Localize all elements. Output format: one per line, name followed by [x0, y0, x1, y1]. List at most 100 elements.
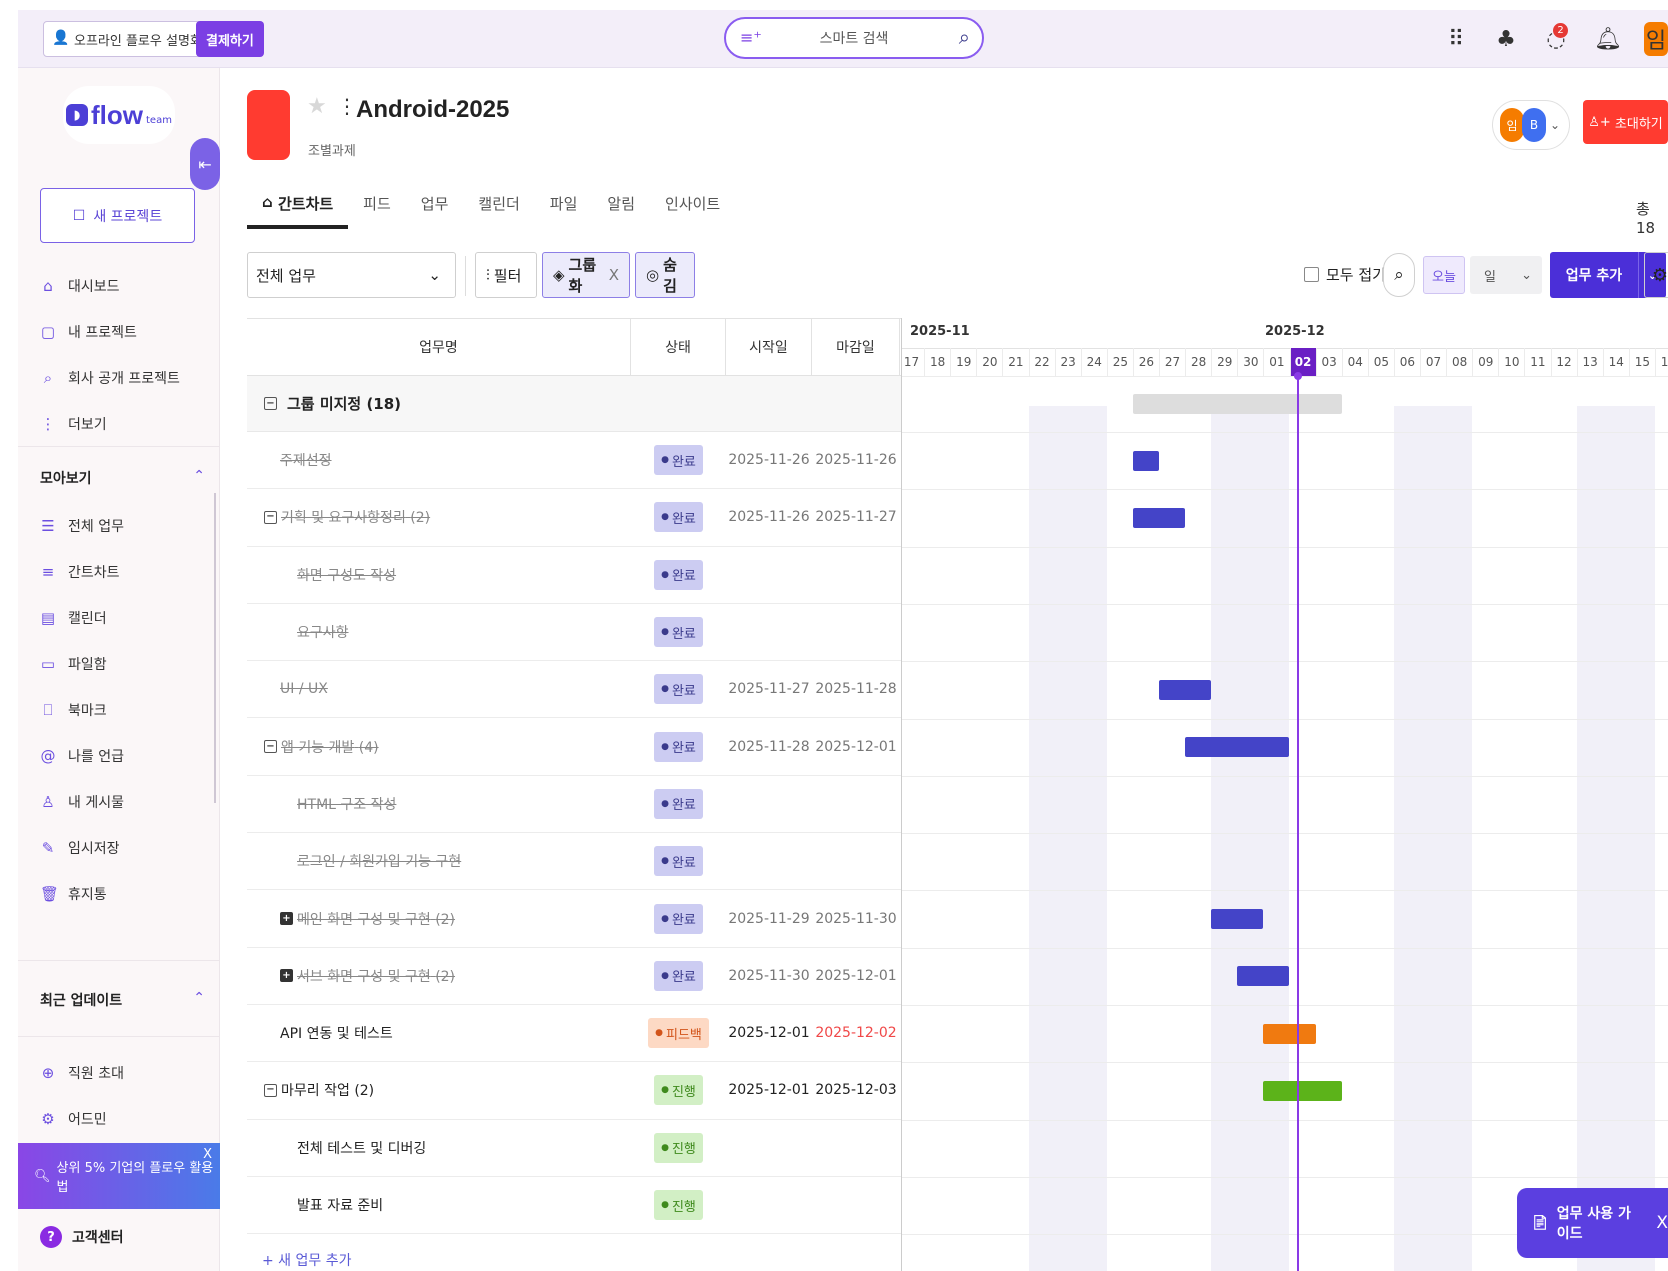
table-row[interactable]: 로그인 / 회원가입 기능 구현 ● 완료	[247, 833, 901, 891]
tab-insight[interactable]: 인사이트	[650, 185, 735, 229]
status-badge[interactable]: ● 완료	[654, 559, 703, 590]
new-task-link[interactable]: + 새 업무 추가	[262, 1250, 351, 1270]
table-row[interactable]: 화면 구성도 작성 ● 완료	[247, 547, 901, 604]
nav-dashboard[interactable]: ⌂ 대시보드	[40, 263, 210, 309]
close-icon[interactable]: X	[609, 266, 619, 284]
nav-my-posts[interactable]: ♙ 내 게시물	[40, 779, 210, 825]
nav-invite-staff[interactable]: ⊕ 직원 초대	[40, 1050, 210, 1096]
nav-all-tasks[interactable]: ☰ 전체 업무	[40, 503, 210, 549]
task-name[interactable]: 전체 테스트 및 디버깅	[297, 1138, 426, 1158]
start-date-cell[interactable]: 2025-11-26	[726, 509, 812, 525]
task-name[interactable]: 주제선정	[280, 450, 332, 470]
due-date-cell[interactable]: 2025-11-28	[812, 681, 900, 697]
table-row[interactable]: 주제선정 ● 완료 2025-11-26 2025-11-26	[247, 432, 901, 490]
table-row[interactable]: API 연동 및 테스트 ● 피드백 2025-12-01 2025-12-02	[247, 1005, 901, 1063]
header-due-date[interactable]: 마감일	[812, 319, 900, 375]
expand-icon[interactable]: +	[280, 912, 293, 926]
status-badge[interactable]: ● 완료	[654, 846, 703, 877]
status-badge[interactable]: ● 피드백	[648, 1018, 709, 1049]
collapse-icon[interactable]: −	[264, 740, 277, 754]
bell-icon[interactable]: 🔔︎	[1594, 27, 1622, 52]
status-badge[interactable]: ● 완료	[654, 445, 703, 476]
tab-feed[interactable]: 피드	[348, 185, 406, 229]
table-row[interactable]: + 서브 화면 구성 및 구현 (2) ● 완료 2025-11-30 2025-12-0…	[247, 948, 901, 1005]
gantt-bar[interactable]	[1237, 966, 1290, 987]
due-date-cell[interactable]: 2025-12-03	[812, 1082, 900, 1098]
new-project-button[interactable]: ☐ 새 프로젝트	[40, 188, 195, 243]
gantt-bar[interactable]	[1263, 1023, 1316, 1044]
search-icon[interactable]: ⌕	[959, 25, 970, 49]
task-name[interactable]: 화면 구성도 작성	[297, 565, 396, 585]
task-name[interactable]: API 연동 및 테스트	[280, 1023, 393, 1043]
gantt-bar[interactable]	[1159, 679, 1212, 700]
table-row[interactable]: − 마무리 작업 (2) ● 진행 2025-12-01 2025-12-03	[247, 1062, 901, 1120]
nav-my-project[interactable]: ▢ 내 프로젝트	[40, 309, 210, 355]
nav-admin[interactable]: ⚙ 어드민	[40, 1096, 210, 1142]
start-date-cell[interactable]: 2025-12-01	[726, 1082, 812, 1098]
header-task-name[interactable]: 업무명	[247, 319, 631, 375]
member-list-button[interactable]: 임 B ⌄	[1492, 100, 1570, 150]
invite-button[interactable]: ♙+ 초대하기	[1583, 100, 1668, 144]
nav-mention[interactable]: @ 나를 언급	[40, 733, 210, 779]
status-badge[interactable]: ● 진행	[654, 1075, 703, 1106]
collapse-sidebar-button[interactable]: ⇤	[190, 138, 220, 190]
gantt-bar[interactable]	[1185, 737, 1290, 758]
nav-more[interactable]: ⋮ 더보기	[40, 401, 210, 447]
gantt-bar[interactable]	[1132, 450, 1159, 471]
gantt-bar[interactable]	[1263, 1080, 1342, 1101]
fold-all-toggle[interactable]: 모두 접기	[1304, 264, 1386, 285]
task-name[interactable]: 메인 화면 구성 및 구현 (2)	[297, 909, 455, 929]
apps-grid-icon[interactable]: ⠿	[1444, 27, 1468, 52]
table-row[interactable]: + 메인 화면 구성 및 구현 (2) ● 완료 2025-11-29 2025-11-3…	[247, 890, 901, 948]
start-date-cell[interactable]: 2025-11-28	[726, 739, 812, 755]
due-date-cell[interactable]: 2025-12-02	[812, 1025, 900, 1041]
filter-button[interactable]: ⫶ 필터	[475, 252, 537, 298]
status-badge[interactable]: ● 완료	[654, 674, 703, 705]
flow-logo[interactable]: ◗ flow team	[63, 86, 175, 144]
status-badge[interactable]: ● 완료	[654, 903, 703, 934]
task-scope-select[interactable]: 전체 업무 ⌄	[247, 252, 456, 298]
task-name[interactable]: 발표 자료 준비	[297, 1195, 383, 1215]
due-date-cell[interactable]: 2025-11-27	[812, 509, 900, 525]
tab-alerts[interactable]: 알림	[592, 185, 650, 229]
due-date-cell[interactable]: 2025-11-30	[812, 911, 900, 927]
tab-calendar[interactable]: 캘린더	[463, 185, 534, 229]
smart-search-input[interactable]: ≡⁺ 스마트 검색 ⌕	[724, 17, 984, 59]
group-button[interactable]: ◈ 그룹화 X	[542, 252, 630, 298]
tab-files[interactable]: 파일	[535, 185, 593, 229]
gantt-bar[interactable]	[1211, 909, 1264, 930]
start-date-cell[interactable]: 2025-12-01	[726, 1025, 812, 1041]
status-badge[interactable]: ● 완료	[654, 731, 703, 762]
gear-icon[interactable]: ⚙	[1644, 252, 1668, 298]
table-row[interactable]: HTML 구조 작성 ● 완료	[247, 776, 901, 834]
close-icon[interactable]: X	[203, 1147, 212, 1162]
nav-files[interactable]: ▭ 파일함	[40, 641, 210, 687]
due-date-cell[interactable]: 2025-12-01	[812, 968, 900, 984]
help-center-link[interactable]: ? 고객센터	[40, 1226, 124, 1248]
collapse-icon[interactable]: −	[264, 1083, 277, 1097]
hide-button[interactable]: ◎ 숨김	[635, 252, 695, 298]
promo-banner[interactable]: 🔍︎ 상위 5% 기업의 플로우 활용법 X	[18, 1143, 220, 1209]
chat-icon[interactable]: ◌ 2	[1544, 22, 1568, 52]
more-vertical-icon[interactable]: ⋮	[337, 94, 357, 118]
due-date-cell[interactable]: 2025-11-26	[812, 452, 900, 468]
task-guide-button[interactable]: 📄︎ 업무 사용 가이드 X	[1517, 1188, 1668, 1258]
due-date-cell[interactable]: 2025-12-01	[812, 739, 900, 755]
nav-company-project[interactable]: ⌕ 회사 공개 프로젝트	[40, 355, 210, 401]
table-row[interactable]: 전체 테스트 및 디버깅 ● 진행	[247, 1120, 901, 1177]
nav-calendar[interactable]: ▤ 캘린더	[40, 595, 210, 641]
table-row[interactable]: 발표 자료 준비 ● 진행	[247, 1177, 901, 1235]
task-name[interactable]: 서브 화면 구성 및 구현 (2)	[297, 966, 455, 986]
tab-tasks[interactable]: 업무	[406, 185, 464, 229]
task-name[interactable]: HTML 구조 작성	[297, 794, 396, 814]
nav-bookmark[interactable]: ⎕ 북마크	[40, 687, 210, 733]
star-icon[interactable]: ★	[307, 94, 327, 119]
task-name[interactable]: 기획 및 요구사항정리 (2)	[281, 507, 430, 527]
zoom-button[interactable]: ⌕	[1383, 253, 1415, 297]
table-row[interactable]: − 기획 및 요구사항정리 (2) ● 완료 2025-11-26 2025-11-27	[247, 489, 901, 547]
task-name[interactable]: 마무리 작업 (2)	[281, 1080, 374, 1100]
status-badge[interactable]: ● 진행	[654, 1132, 703, 1163]
start-date-cell[interactable]: 2025-11-29	[726, 911, 812, 927]
group-row[interactable]: − 그룹 미지정 (18)	[247, 376, 901, 432]
header-status[interactable]: 상태	[631, 319, 726, 375]
